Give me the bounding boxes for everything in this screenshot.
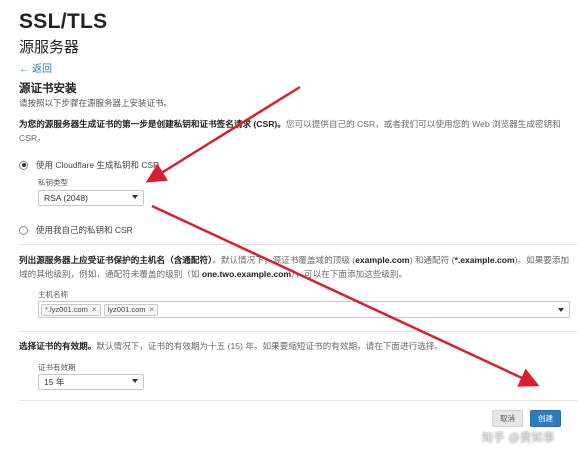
annotation-arrows <box>145 85 540 387</box>
annotation-arrow <box>151 204 540 387</box>
annotation-arrow <box>145 85 301 183</box>
